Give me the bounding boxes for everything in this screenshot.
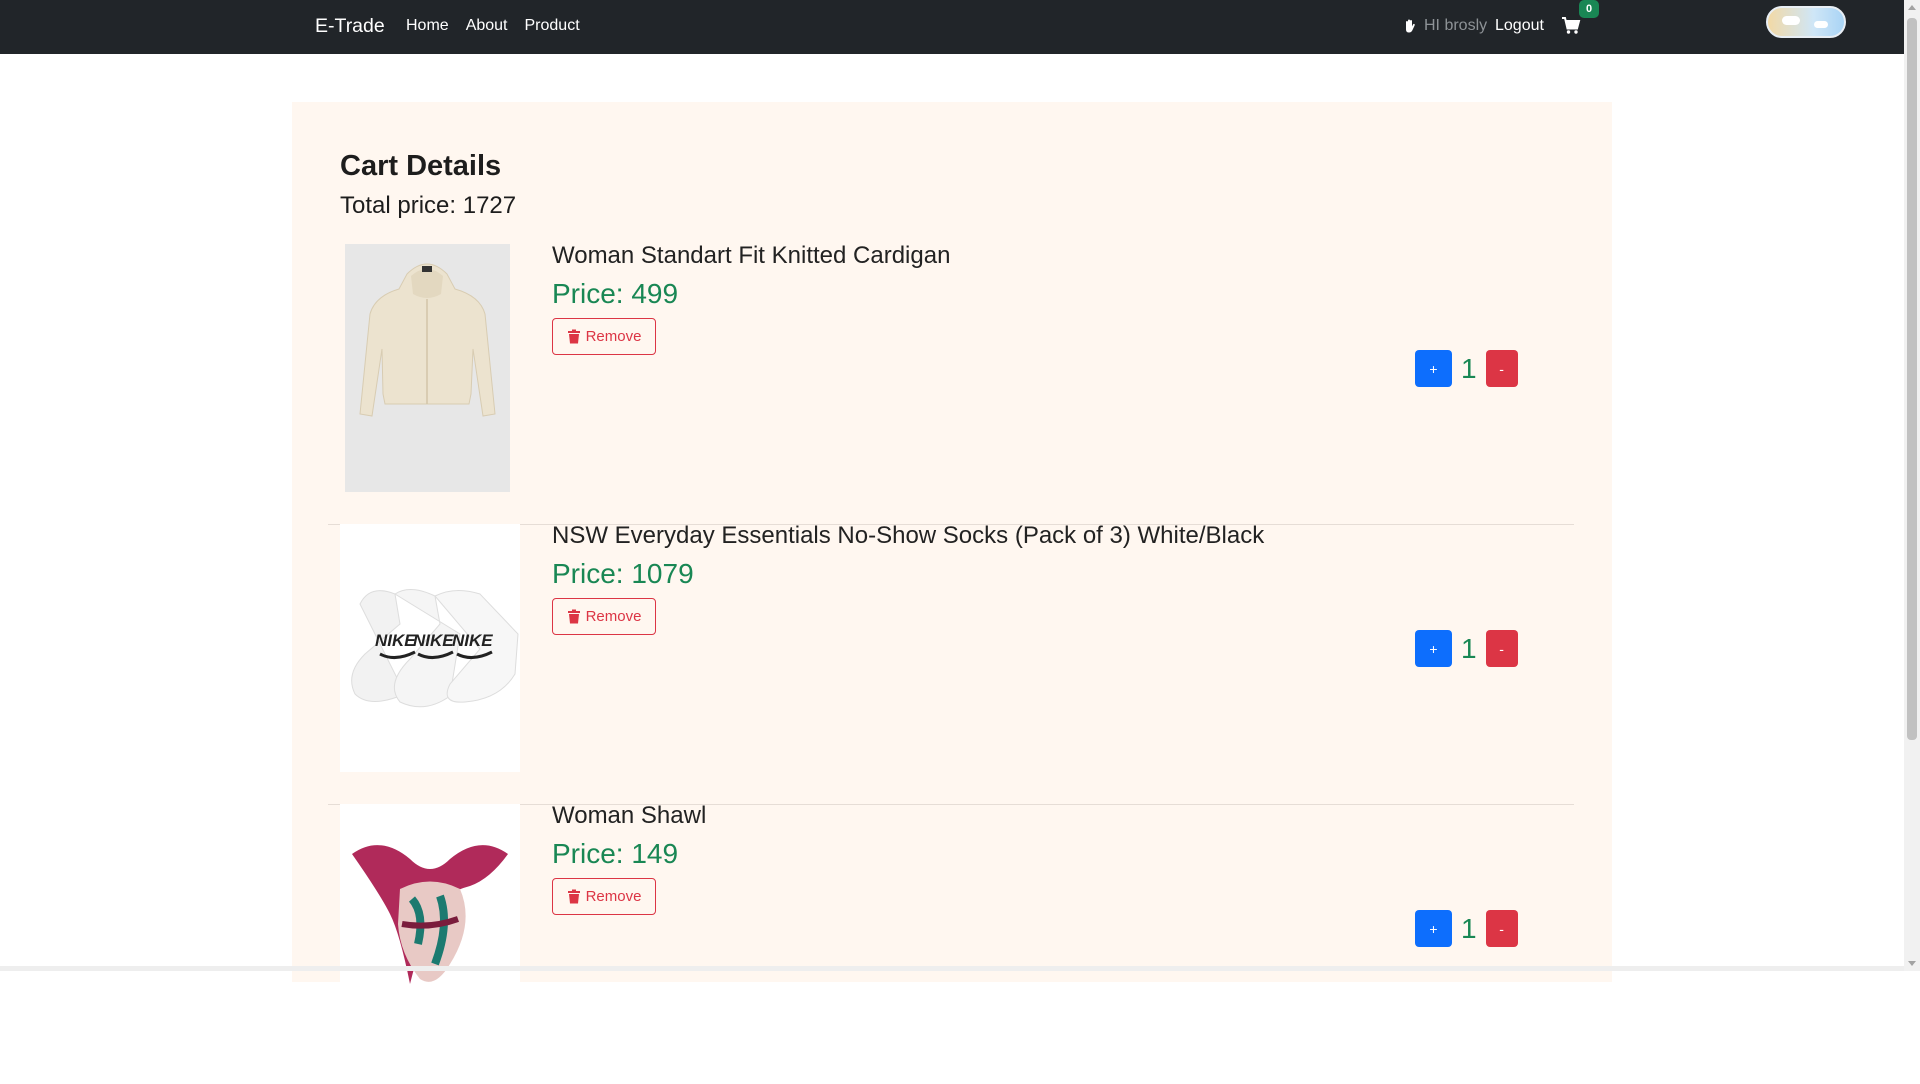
quantity-value: 1 <box>1461 912 1477 944</box>
remove-label: Remove <box>585 328 642 345</box>
remove-button[interactable]: Remove <box>552 318 656 355</box>
product-price: Price: 499 <box>552 278 678 310</box>
product-image-cardigan <box>345 244 510 492</box>
user-greeting: HI brosly <box>1402 17 1487 35</box>
quantity-stepper: + 1 - <box>1415 350 1518 387</box>
nav-product-link[interactable]: Product <box>525 17 580 35</box>
nav-about-link[interactable]: About <box>466 17 508 35</box>
product-name: NSW Everyday Essentials No-Show Socks (P… <box>552 522 1265 549</box>
nav-links: Home About Product <box>406 17 597 35</box>
decrease-qty-button[interactable]: - <box>1485 630 1518 667</box>
scroll-up-arrow-icon[interactable] <box>1908 5 1916 10</box>
vertical-scrollbar[interactable] <box>1904 0 1920 971</box>
trash-icon <box>567 889 580 904</box>
greeting-text: HI brosly <box>1424 17 1488 34</box>
nav-home-link[interactable]: Home <box>406 17 449 35</box>
scroll-down-arrow-icon[interactable] <box>1908 961 1916 966</box>
decrease-qty-button[interactable]: - <box>1485 910 1518 947</box>
window-bottom-edge <box>0 966 1904 971</box>
price-value: 149 <box>631 838 679 869</box>
increase-qty-button[interactable]: + <box>1415 630 1452 667</box>
remove-label: Remove <box>585 608 642 625</box>
trash-icon <box>567 609 580 624</box>
increase-qty-button[interactable]: + <box>1415 350 1452 387</box>
svg-text:NIKE: NIKE <box>452 631 493 650</box>
logout-link[interactable]: Logout <box>1495 17 1544 35</box>
remove-label: Remove <box>585 888 642 905</box>
product-price: Price: 1079 <box>552 558 694 590</box>
cart-count-badge: 0 <box>1579 0 1599 18</box>
product-price: Price: 149 <box>552 838 678 870</box>
price-value: 499 <box>631 278 679 309</box>
trash-icon <box>567 329 580 344</box>
cart-item: NIKE NIKE NIKE NSW Everyday Essentials N… <box>328 522 1574 805</box>
quantity-stepper: + 1 - <box>1415 910 1518 947</box>
total-price-label: Total price: <box>340 192 457 219</box>
product-image-socks: NIKE NIKE NIKE <box>340 524 520 772</box>
theme-toggle[interactable] <box>1766 6 1846 38</box>
shopping-cart-icon <box>1562 17 1581 34</box>
cart-item: Woman Shawl Price: 149 Remove + 1 - <box>328 802 1574 1084</box>
product-name: Woman Shawl <box>552 802 707 829</box>
price-label: Price: <box>552 558 624 589</box>
decrease-qty-button[interactable]: - <box>1485 350 1518 387</box>
quantity-value: 1 <box>1461 632 1477 664</box>
svg-text:NIKE: NIKE <box>413 631 454 650</box>
cart-button[interactable] <box>1561 16 1581 36</box>
cart-item: Woman Standart Fit Knitted Cardigan Pric… <box>328 242 1574 525</box>
cart-title: Cart Details <box>340 150 502 182</box>
cloud-icon <box>1782 16 1800 25</box>
remove-button[interactable]: Remove <box>552 598 656 635</box>
svg-text:NIKE: NIKE <box>375 631 416 650</box>
top-navbar: E-Trade Home About Product HI brosly Log… <box>0 0 1904 54</box>
quantity-stepper: + 1 - <box>1415 630 1518 667</box>
cloud-icon <box>1814 21 1828 28</box>
increase-qty-button[interactable]: + <box>1415 910 1452 947</box>
total-price: Total price: 1727 <box>340 192 516 220</box>
price-label: Price: <box>552 278 624 309</box>
remove-button[interactable]: Remove <box>552 878 656 915</box>
product-image-shawl <box>340 804 520 1052</box>
quantity-value: 1 <box>1461 352 1477 384</box>
brand-logo[interactable]: E-Trade <box>315 15 385 38</box>
total-price-value: 1727 <box>462 192 517 219</box>
product-name: Woman Standart Fit Knitted Cardigan <box>552 242 951 269</box>
waving-hand-icon <box>1406 19 1415 33</box>
scrollbar-thumb[interactable] <box>1907 18 1917 740</box>
cart-container: Cart Details Total price: 1727 Woman Sta… <box>292 102 1612 1052</box>
price-label: Price: <box>552 838 624 869</box>
price-value: 1079 <box>631 558 694 589</box>
